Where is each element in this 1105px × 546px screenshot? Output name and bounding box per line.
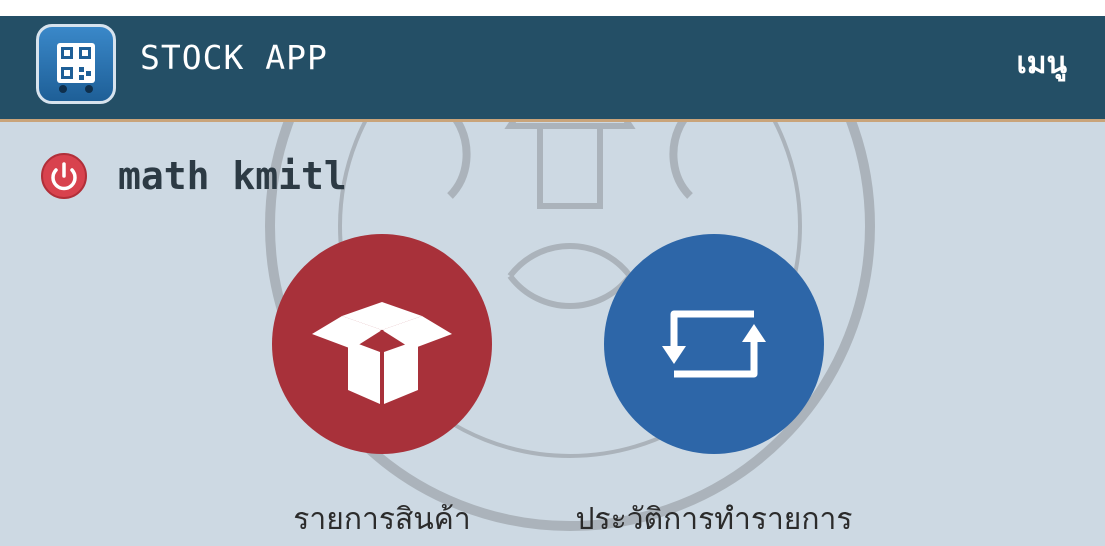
box-icon: [312, 302, 452, 404]
app-header: STOCK APP เมนู: [0, 16, 1105, 122]
products-tile[interactable]: รายการสินค้า: [262, 234, 502, 537]
app-title: STOCK APP: [140, 38, 328, 77]
user-name: math kmitl: [118, 154, 347, 198]
power-icon[interactable]: [40, 152, 88, 200]
products-label: รายการสินค้า: [293, 502, 471, 537]
app-screen: STOCK APP เมนู math kmitl รายการสินค้า ป…: [0, 16, 1105, 546]
history-label: ประวัติการทำรายการ: [575, 502, 853, 537]
qr-code-icon[interactable]: [36, 24, 116, 104]
menu-label[interactable]: เมนู: [1016, 40, 1067, 87]
history-tile[interactable]: ประวัติการทำรายการ: [575, 234, 853, 537]
products-button[interactable]: [272, 234, 492, 454]
history-button[interactable]: [604, 234, 824, 454]
refresh-arrows-icon: [662, 310, 766, 378]
